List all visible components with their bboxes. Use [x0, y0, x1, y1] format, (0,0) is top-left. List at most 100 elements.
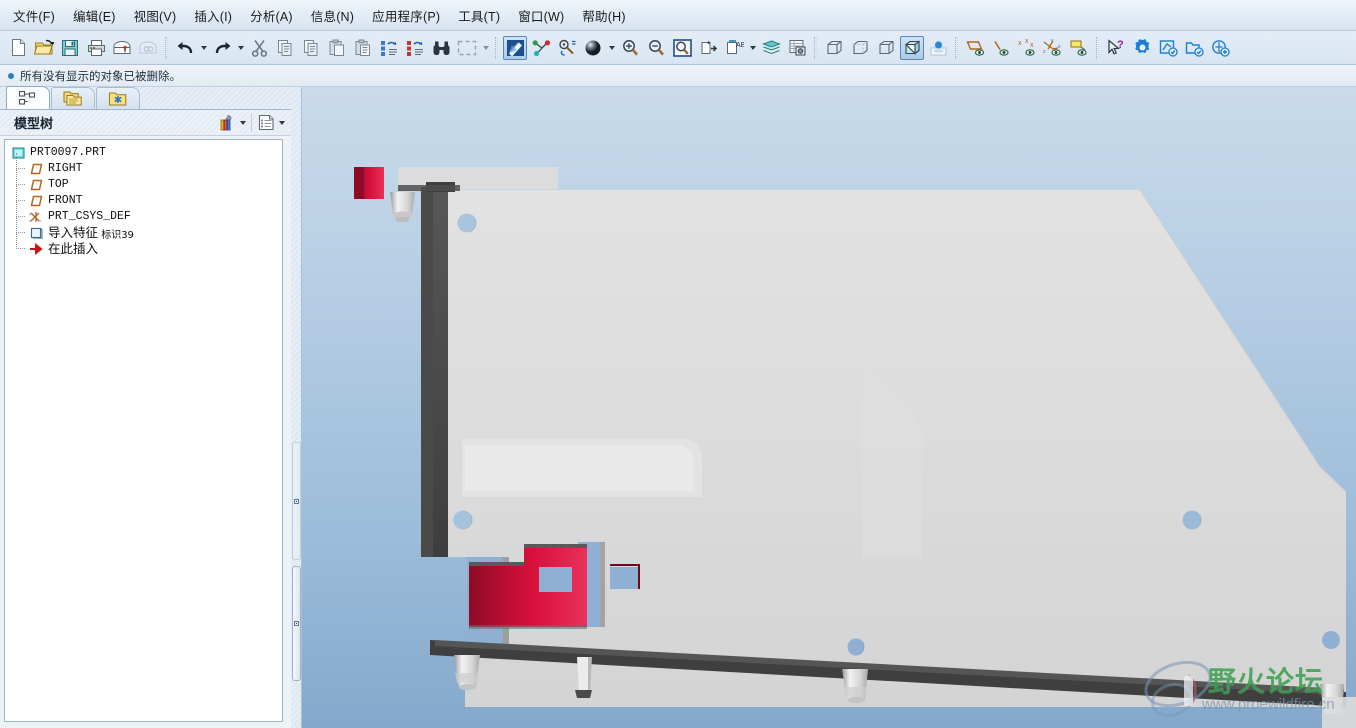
- paste-special-button[interactable]: [351, 36, 375, 60]
- datum-plane-icon: [28, 162, 44, 176]
- copy-button[interactable]: [273, 36, 297, 60]
- no-hidden-button[interactable]: [874, 36, 898, 60]
- paste-button[interactable]: [325, 36, 349, 60]
- layers-button[interactable]: [759, 36, 783, 60]
- gear-icon: [1134, 39, 1149, 54]
- tree-display-button[interactable]: [255, 113, 277, 133]
- zoom-in-button[interactable]: [618, 36, 642, 60]
- datum-plane-toggle-button[interactable]: [963, 36, 987, 60]
- svg-text:x: x: [1058, 44, 1061, 50]
- shading-dropdown[interactable]: [606, 36, 617, 60]
- datum-point-toggle-button[interactable]: x x x: [1015, 36, 1039, 60]
- shading-button[interactable]: [581, 36, 605, 60]
- save-button[interactable]: [58, 36, 82, 60]
- repaint-button[interactable]: [503, 35, 527, 60]
- splitter-grip-icon: [294, 498, 299, 504]
- zoom-out-button[interactable]: [644, 36, 668, 60]
- open-file-button[interactable]: [32, 36, 56, 60]
- menu-edit[interactable]: 编辑(E): [64, 2, 125, 29]
- menu-window[interactable]: 窗口(W): [509, 2, 573, 29]
- tree-node-label: RIGHT: [48, 162, 83, 175]
- menu-applications[interactable]: 应用程序(P): [363, 2, 449, 29]
- menu-info[interactable]: 信息(N): [302, 2, 363, 29]
- tree-node[interactable]: TOP: [10, 169, 282, 193]
- send-mail-button[interactable]: [110, 36, 134, 60]
- menu-tools[interactable]: 工具(T): [449, 2, 509, 29]
- wireframe-icon: [826, 40, 842, 54]
- view-manager-button[interactable]: [785, 36, 809, 60]
- model-tree[interactable]: PRT0097.PRT RIGHT TOP FRONT y z x PRT_CSYS_DEF 导…: [4, 139, 283, 722]
- cut-button[interactable]: [247, 36, 271, 60]
- tree-node[interactable]: FRONT: [10, 185, 282, 209]
- selection-box-button[interactable]: [455, 36, 479, 60]
- main-toolbar: AB x x x y z x ?: [0, 31, 1356, 65]
- regenerate-manual-button[interactable]: [403, 36, 427, 60]
- annotation-toggle-button[interactable]: [1067, 36, 1091, 60]
- tree-node[interactable]: PRT0097.PRT: [10, 145, 282, 161]
- copy2-icon: [304, 39, 318, 56]
- link-button[interactable]: [136, 36, 160, 60]
- check-add-button[interactable]: [1208, 36, 1232, 60]
- scene-light-button[interactable]: [926, 36, 950, 60]
- reorient-button[interactable]: [696, 36, 720, 60]
- check-model-button[interactable]: [1156, 36, 1180, 60]
- undo-dropdown[interactable]: [198, 36, 209, 60]
- redo-icon: [215, 41, 230, 53]
- tree-settings-dropdown[interactable]: [238, 113, 248, 133]
- spin-center-button[interactable]: [555, 36, 579, 60]
- tab-model-tree[interactable]: [6, 86, 50, 109]
- undo-button[interactable]: [173, 36, 197, 60]
- refit-button[interactable]: [670, 36, 694, 60]
- copy-alt-button[interactable]: [299, 36, 323, 60]
- graphics-viewport[interactable]: 野火论坛 www.proewildfire.cn: [302, 87, 1356, 728]
- hidden-line-button[interactable]: [848, 36, 872, 60]
- datum-axis-toggle-button[interactable]: [989, 36, 1013, 60]
- menu-analysis[interactable]: 分析(A): [241, 2, 302, 29]
- toolbar-separator: [814, 36, 817, 59]
- find-button[interactable]: [429, 36, 453, 60]
- selection-box-icon: [457, 40, 477, 55]
- tab-favorites[interactable]: [96, 87, 140, 109]
- datum-display-button[interactable]: [529, 36, 553, 60]
- context-help-button[interactable]: ?: [1104, 36, 1128, 60]
- regenerate-button[interactable]: [377, 36, 401, 60]
- menu-file[interactable]: 文件(F): [4, 2, 64, 29]
- status-message-bar: 所有没有显示的对象已被删除。: [0, 65, 1356, 87]
- new-file-button[interactable]: [6, 36, 30, 60]
- datum-csys-toggle-button[interactable]: y z x: [1041, 36, 1065, 60]
- shaded-button[interactable]: [900, 35, 924, 60]
- selection-dropdown[interactable]: [480, 36, 491, 60]
- menu-help[interactable]: 帮助(H): [573, 2, 634, 29]
- print-button[interactable]: [84, 36, 108, 60]
- tree-node[interactable]: RIGHT: [10, 153, 282, 177]
- settings-gear-button[interactable]: [1130, 36, 1154, 60]
- csys-icon: yzx: [28, 210, 44, 224]
- save-icon: [62, 39, 78, 56]
- refit-icon: [672, 38, 692, 57]
- tab-folder-browser[interactable]: [51, 87, 95, 109]
- splitter-handle-upper[interactable]: [292, 442, 301, 560]
- redo-button[interactable]: [210, 36, 234, 60]
- tree-indent-guide: [10, 153, 28, 177]
- splitter-handle-lower[interactable]: [292, 566, 301, 681]
- tree-node[interactable]: 导入特征 标识39: [10, 217, 282, 241]
- annotation-dropdown[interactable]: [747, 36, 758, 60]
- redo-dropdown[interactable]: [235, 36, 246, 60]
- annotation-ab-icon: AB: [726, 39, 744, 54]
- menu-insert[interactable]: 插入(I): [185, 2, 241, 29]
- tree-indent-guide: [10, 169, 28, 193]
- model-tree-icon: [18, 90, 36, 105]
- hidden-line-icon: [852, 40, 868, 54]
- print-icon: [87, 39, 105, 56]
- tree-settings-button[interactable]: [216, 113, 238, 133]
- wireframe-button[interactable]: [822, 36, 846, 60]
- panel-splitter[interactable]: [291, 87, 302, 728]
- tree-display-dropdown[interactable]: [277, 113, 287, 133]
- undo-icon: [177, 41, 192, 53]
- annotation-button[interactable]: AB: [722, 36, 746, 60]
- reorient-icon: [701, 40, 717, 54]
- check-folder-button[interactable]: [1182, 36, 1206, 60]
- tree-node[interactable]: 在此插入: [10, 233, 282, 257]
- menu-view[interactable]: 视图(V): [125, 2, 186, 29]
- tree-node[interactable]: y z x PRT_CSYS_DEF: [10, 201, 282, 225]
